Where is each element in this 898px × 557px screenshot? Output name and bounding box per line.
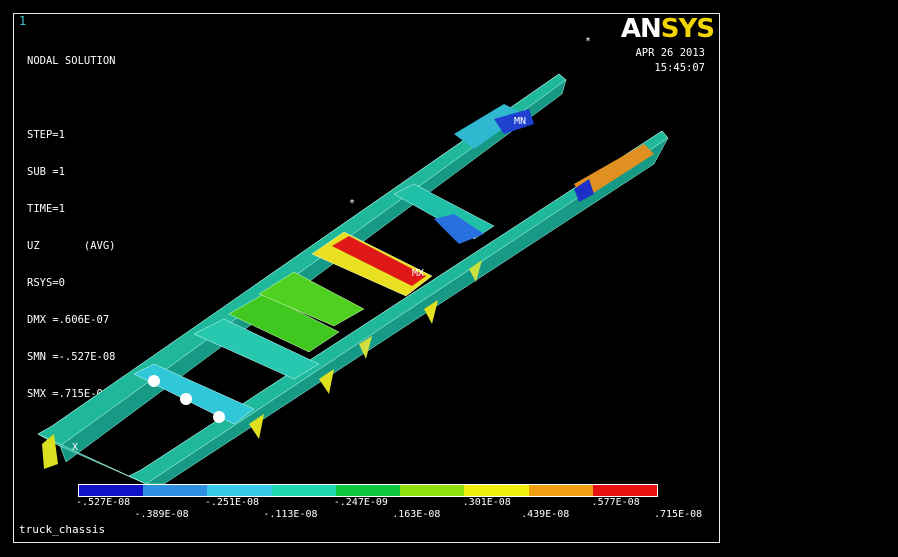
colorbar-segment xyxy=(79,485,144,496)
model-title: truck_chassis xyxy=(19,523,106,536)
graphics-viewport[interactable]: 1 NODAL SOLUTION STEP=1 SUB =1 TIME=1 UZ… xyxy=(13,13,720,543)
contour-colorbar xyxy=(78,484,658,497)
colorbar-label-lower: -.113E-08 xyxy=(263,509,318,520)
axis-x-marker: X xyxy=(72,442,78,453)
colorbar-segment xyxy=(143,485,208,496)
colorbar-label-upper: .577E-08 xyxy=(591,497,640,508)
colorbar-label-upper: .301E-08 xyxy=(462,497,511,508)
star-marker-2: * xyxy=(349,198,355,209)
colorbar-segment xyxy=(335,485,401,496)
hole-3 xyxy=(213,411,225,423)
colorbar-segment xyxy=(207,485,272,496)
colorbar-label-upper: -.247E-09 xyxy=(333,497,388,508)
star-marker-1: * xyxy=(585,36,591,47)
colorbar-label-upper: -.527E-08 xyxy=(76,497,131,508)
colorbar-label-lower: .715E-08 xyxy=(654,509,703,520)
colorbar-segment xyxy=(464,485,529,496)
hole-2 xyxy=(180,393,192,405)
max-marker: MX xyxy=(412,268,424,279)
colorbar-label-upper: -.251E-08 xyxy=(204,497,260,508)
colorbar-segment xyxy=(400,485,465,496)
colorbar-segment xyxy=(592,485,657,496)
colorbar-label-lower: .163E-08 xyxy=(392,509,441,520)
colorbar-segment xyxy=(528,485,593,496)
chassis-contour-plot: MN MX X * * xyxy=(37,36,669,485)
colorbar-label-lower: .439E-08 xyxy=(521,509,570,520)
hole-1 xyxy=(148,375,160,387)
colorbar-label-lower: -.389E-08 xyxy=(134,509,189,520)
colorbar-segment xyxy=(271,485,336,496)
min-marker: MN xyxy=(514,116,526,127)
